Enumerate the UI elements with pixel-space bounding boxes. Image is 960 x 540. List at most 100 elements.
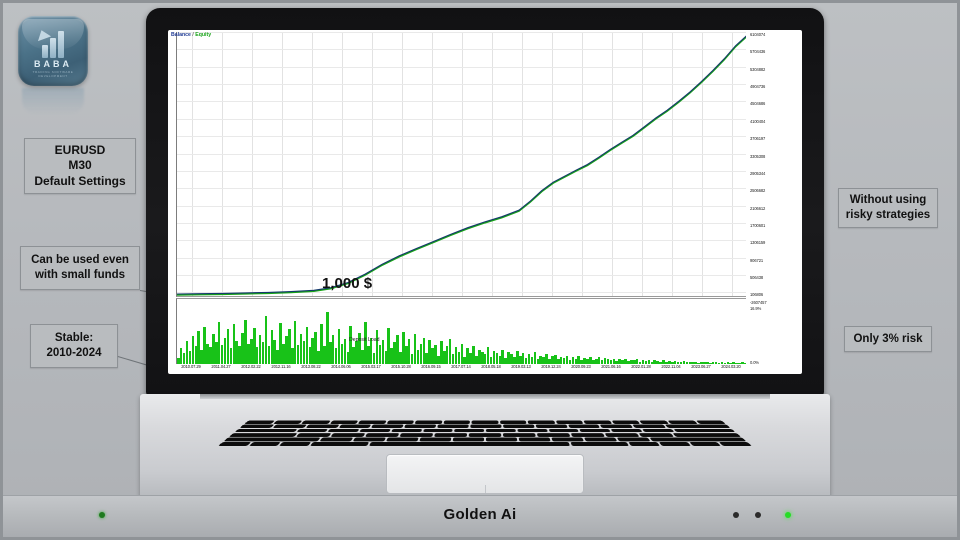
keyboard-key[interactable] xyxy=(434,433,468,437)
keyboard-key[interactable] xyxy=(610,428,643,433)
keyboard-key[interactable] xyxy=(414,420,443,424)
keyboard-key[interactable] xyxy=(244,420,275,424)
keyboard-key[interactable] xyxy=(454,428,485,433)
keyboard-key[interactable] xyxy=(641,428,675,433)
keyboard-key[interactable] xyxy=(390,428,422,433)
keyboard-key[interactable] xyxy=(570,442,630,446)
keyboard-key[interactable] xyxy=(658,442,691,446)
keyboard-key[interactable] xyxy=(239,424,275,428)
keyboard-key[interactable] xyxy=(470,424,502,428)
legend-equity: Equity xyxy=(195,32,212,38)
keyboard-key[interactable] xyxy=(272,424,307,428)
keyboard-key[interactable] xyxy=(518,437,551,442)
keyboard-key[interactable] xyxy=(584,437,618,442)
keyboard-key[interactable] xyxy=(272,420,303,424)
keyboard-key[interactable] xyxy=(689,442,722,446)
callout-pair-line-2: M30 xyxy=(68,158,92,173)
keyboard-key[interactable] xyxy=(352,437,386,442)
x-axis-tick: 2022.11.04 xyxy=(661,364,681,369)
keyboard-key[interactable] xyxy=(672,433,741,437)
keyboard-key[interactable] xyxy=(600,424,634,428)
keyboard-key[interactable] xyxy=(422,428,453,433)
y-axis-tick: 3305308 xyxy=(750,154,766,159)
keyboard-key[interactable] xyxy=(649,437,747,442)
keyboard-key[interactable] xyxy=(329,420,359,424)
keyboard-key[interactable] xyxy=(583,420,612,424)
keyboard-key[interactable] xyxy=(359,428,391,433)
y-axis-tick: 4504686 xyxy=(750,101,766,106)
keyboard-key[interactable] xyxy=(358,420,387,424)
keyboard-key[interactable] xyxy=(218,442,251,446)
logo-bar-2 xyxy=(50,38,56,58)
keyboard-key[interactable] xyxy=(399,433,434,437)
keyboard-key[interactable] xyxy=(229,433,298,437)
keyboard-key[interactable] xyxy=(327,428,360,433)
keyboard-key[interactable] xyxy=(234,428,298,433)
keyboard-key[interactable] xyxy=(611,420,641,424)
keyboard-key[interactable] xyxy=(485,428,516,433)
laptop-base xyxy=(140,394,830,502)
x-axis-tick: 2012.11.16 xyxy=(271,364,291,369)
callout-stable-line-1: Stable: xyxy=(54,332,94,345)
keyboard-key[interactable] xyxy=(672,428,736,433)
keyboard-key[interactable] xyxy=(330,433,366,437)
keyboard-key[interactable] xyxy=(527,420,556,424)
keyboard-key[interactable] xyxy=(548,428,580,433)
laptop-keyboard xyxy=(218,404,753,446)
keyboard-key[interactable] xyxy=(695,420,726,424)
keyboard-key[interactable] xyxy=(485,437,518,442)
keyboard-key[interactable] xyxy=(667,420,698,424)
keyboard-key[interactable] xyxy=(639,420,669,424)
keyboard-key[interactable] xyxy=(365,433,400,437)
keyboard-key[interactable] xyxy=(437,424,469,428)
keyboard-row xyxy=(223,437,747,442)
keyboard-key[interactable] xyxy=(719,442,753,446)
y-axis-tick: 4904736 xyxy=(750,84,766,89)
legend-balance: Balance xyxy=(171,32,191,38)
keyboard-key[interactable] xyxy=(536,433,571,437)
keyboard-key[interactable] xyxy=(604,433,640,437)
keyboard-key[interactable] xyxy=(296,433,332,437)
keyboard-key[interactable] xyxy=(535,424,568,428)
keyboard-key[interactable] xyxy=(386,420,415,424)
keyboard-key[interactable] xyxy=(305,424,339,428)
keyboard-key[interactable] xyxy=(628,442,661,446)
keyboard-row xyxy=(218,442,753,446)
keyboard-key[interactable] xyxy=(248,442,281,446)
x-axis-tick: 2023.06.27 xyxy=(691,364,711,369)
keyboard-key[interactable] xyxy=(499,420,527,424)
keyboard-key[interactable] xyxy=(419,437,452,442)
keyboard-key[interactable] xyxy=(567,424,601,428)
logo-name: BABA xyxy=(34,59,72,69)
keyboard-key[interactable] xyxy=(369,442,571,446)
keyboard-key[interactable] xyxy=(452,437,485,442)
keyboard-key[interactable] xyxy=(579,428,611,433)
keyboard-key[interactable] xyxy=(632,424,667,428)
keyboard-key[interactable] xyxy=(443,420,471,424)
keyboard-key[interactable] xyxy=(555,420,584,424)
keyboard-key[interactable] xyxy=(616,437,651,442)
keyboard-key[interactable] xyxy=(404,424,437,428)
keyboard-key[interactable] xyxy=(517,428,548,433)
keyboard-key[interactable] xyxy=(295,428,329,433)
keyboard-key[interactable] xyxy=(468,433,502,437)
keyboard-key[interactable] xyxy=(665,424,731,428)
callout-risky-line-2: risky strategies xyxy=(845,209,931,221)
keyboard-key[interactable] xyxy=(638,433,674,437)
keyboard-key[interactable] xyxy=(502,433,536,437)
keyboard-key[interactable] xyxy=(301,420,331,424)
keyboard-key[interactable] xyxy=(551,437,584,442)
keyboard-key[interactable] xyxy=(371,424,404,428)
keyboard-key[interactable] xyxy=(338,424,372,428)
x-axis-tick: 2020.09.23 xyxy=(571,364,591,369)
keyboard-key[interactable] xyxy=(570,433,605,437)
keyboard-key[interactable] xyxy=(223,437,321,442)
keyboard-key[interactable] xyxy=(310,442,370,446)
keyboard-key[interactable] xyxy=(319,437,354,442)
keyboard-key[interactable] xyxy=(279,442,312,446)
keyboard-key[interactable] xyxy=(502,424,535,428)
logo-reflection xyxy=(22,88,84,114)
keyboard-key[interactable] xyxy=(471,420,499,424)
x-axis-tick: 2013.08.22 xyxy=(301,364,321,369)
keyboard-key[interactable] xyxy=(386,437,419,442)
